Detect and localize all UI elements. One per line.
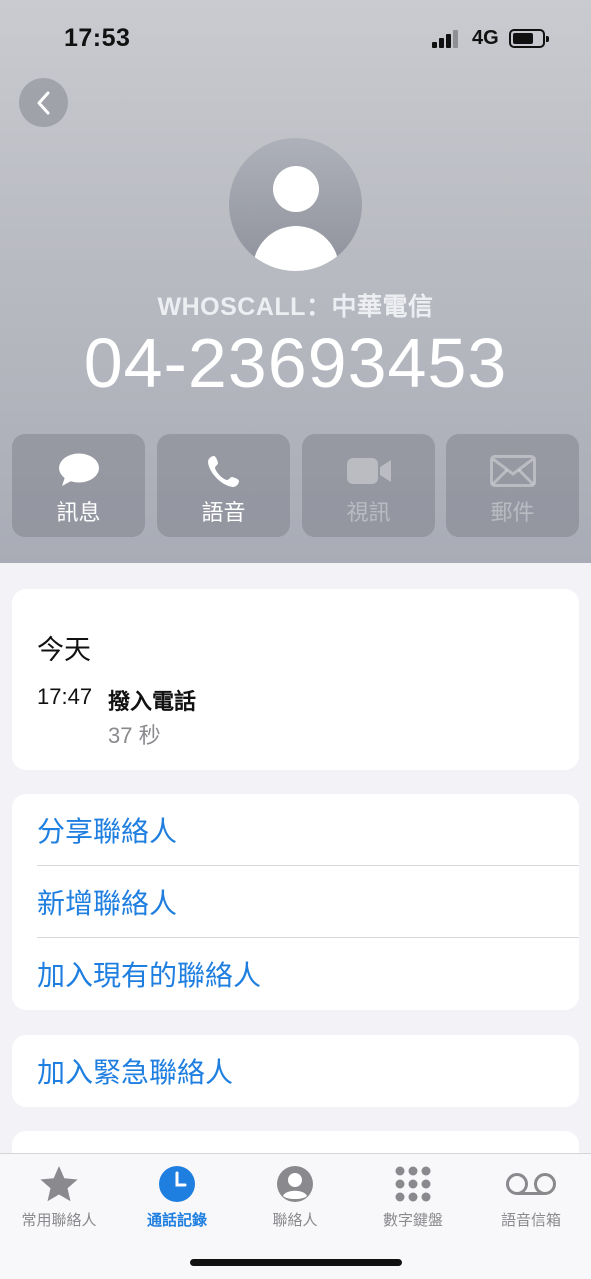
- voice-call-button[interactable]: 語音: [157, 434, 290, 537]
- add-emergency-contact-button[interactable]: 加入緊急聯絡人: [37, 1035, 579, 1107]
- contact-options-card: 分享聯絡人 新增聯絡人 加入現有的聯絡人: [12, 794, 579, 1010]
- tab-contacts[interactable]: 聯絡人: [236, 1154, 354, 1244]
- tab-label: 常用聯絡人: [21, 1212, 97, 1229]
- message-button[interactable]: 訊息: [12, 434, 145, 537]
- mail-button[interactable]: 郵件: [446, 434, 579, 537]
- tab-label: 通話記錄: [146, 1212, 207, 1229]
- share-contact-button[interactable]: 分享聯絡人: [37, 794, 579, 866]
- video-camera-icon: [346, 452, 392, 490]
- tab-label: 語音信箱: [500, 1212, 561, 1229]
- clock-icon: [158, 1164, 196, 1204]
- chevron-left-icon: [37, 91, 49, 114]
- tab-keypad[interactable]: 數字鍵盤: [354, 1154, 472, 1244]
- tab-voicemail[interactable]: 語音信箱: [472, 1154, 590, 1244]
- phone-number[interactable]: 04-23693453: [0, 323, 591, 403]
- voicemail-icon: [505, 1164, 557, 1204]
- status-bar: 17:53 4G: [0, 0, 591, 80]
- status-time: 17:53: [64, 24, 131, 52]
- recent-day-label: 今天: [37, 635, 91, 665]
- keypad-icon: [394, 1164, 432, 1204]
- mail-envelope-icon: [489, 452, 536, 490]
- cellular-signal-icon: [432, 30, 462, 48]
- emergency-card: 加入緊急聯絡人: [12, 1035, 579, 1107]
- message-button-label: 訊息: [56, 500, 101, 525]
- tab-label: 聯絡人: [272, 1212, 318, 1229]
- contact-avatar: [229, 138, 362, 271]
- tab-favorites[interactable]: 常用聯絡人: [0, 1154, 118, 1244]
- call-type: 撥入電話: [108, 689, 197, 714]
- create-new-contact-button[interactable]: 新增聯絡人: [37, 866, 579, 938]
- battery-icon: [509, 29, 549, 48]
- voice-call-label: 語音: [201, 500, 246, 525]
- person-silhouette-icon: [273, 166, 319, 212]
- back-button[interactable]: [19, 78, 68, 127]
- tab-recents[interactable]: 通話記錄: [118, 1154, 236, 1244]
- caller-id-label: WHOSCALL：中華電信: [157, 293, 434, 321]
- contact-header: 17:53 4G WHOSCALL：中華電信 04-23693453 訊息 語音…: [0, 0, 591, 563]
- call-duration: 37 秒: [108, 723, 161, 748]
- recent-calls-card: 今天 17:47 撥入電話 37 秒: [12, 589, 579, 770]
- add-to-existing-contact-button[interactable]: 加入現有的聯絡人: [37, 938, 579, 1010]
- action-buttons: 訊息 語音 視訊 郵件: [12, 434, 579, 537]
- video-call-label: 視訊: [346, 500, 391, 525]
- person-circle-icon: [276, 1164, 314, 1204]
- phone-icon: [206, 452, 242, 490]
- video-call-button[interactable]: 視訊: [302, 434, 435, 537]
- message-bubble-icon: [57, 452, 101, 490]
- call-time: 17:47: [37, 684, 93, 709]
- mail-button-label: 郵件: [490, 500, 535, 525]
- star-icon: [39, 1164, 79, 1204]
- network-type: 4G: [472, 27, 499, 49]
- tab-label: 數字鍵盤: [382, 1212, 443, 1229]
- home-indicator[interactable]: [190, 1259, 402, 1266]
